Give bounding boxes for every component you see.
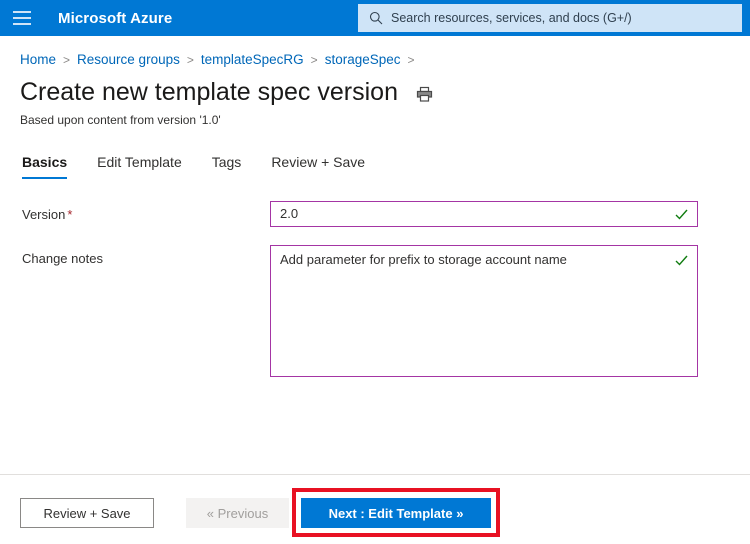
tab-review-save[interactable]: Review + Save	[271, 154, 365, 179]
review-save-button[interactable]: Review + Save	[20, 498, 154, 528]
change-notes-input-wrap	[270, 244, 698, 382]
tab-tags[interactable]: Tags	[212, 154, 242, 179]
page-title: Create new template spec version	[20, 78, 398, 106]
search-icon	[369, 11, 383, 25]
global-header: Microsoft Azure Search resources, servic…	[0, 0, 750, 36]
breadcrumb-separator: >	[63, 52, 71, 67]
breadcrumb-separator: >	[407, 52, 415, 67]
basics-form: Version* Change notes	[0, 200, 750, 382]
breadcrumb-separator: >	[186, 52, 194, 67]
breadcrumb-item-templatespecrg[interactable]: templateSpecRG	[201, 52, 304, 67]
breadcrumb-item-resource-groups[interactable]: Resource groups	[77, 52, 180, 67]
brand-label[interactable]: Microsoft Azure	[58, 10, 172, 27]
breadcrumb-item-storagespec[interactable]: storageSpec	[325, 52, 401, 67]
wizard-tabs: Basics Edit Template Tags Review + Save	[22, 154, 750, 179]
page-subtitle: Based upon content from version '1.0'	[20, 112, 221, 127]
hamburger-bar	[13, 11, 31, 13]
breadcrumb: Home > Resource groups > templateSpecRG …	[20, 52, 750, 67]
tab-basics[interactable]: Basics	[22, 154, 68, 179]
change-notes-label: Change notes	[0, 245, 270, 266]
hamburger-bar	[13, 17, 31, 19]
field-row-change-notes: Change notes	[0, 244, 750, 382]
search-placeholder: Search resources, services, and docs (G+…	[391, 11, 632, 25]
breadcrumb-separator: >	[310, 52, 318, 67]
version-label: Version *	[0, 201, 270, 222]
field-row-version: Version *	[0, 200, 750, 227]
hamburger-menu-icon[interactable]	[13, 11, 31, 25]
version-input-wrap	[270, 200, 698, 227]
change-notes-label-text: Change notes	[22, 250, 103, 266]
version-label-text: Version	[22, 206, 66, 222]
page-title-row: Create new template spec version	[20, 78, 750, 107]
printer-icon[interactable]	[416, 86, 433, 103]
next-edit-template-button[interactable]: Next : Edit Template »	[301, 498, 491, 528]
version-input[interactable]	[270, 200, 698, 227]
global-search-box[interactable]: Search resources, services, and docs (G+…	[358, 4, 742, 32]
change-notes-textarea[interactable]	[270, 244, 698, 377]
hamburger-bar	[13, 23, 31, 25]
tab-edit-template[interactable]: Edit Template	[97, 154, 182, 179]
wizard-footer: Review + Save « Previous Next : Edit Tem…	[0, 475, 750, 544]
required-marker: *	[67, 206, 73, 222]
breadcrumb-item-home[interactable]: Home	[20, 52, 56, 67]
previous-button: « Previous	[186, 498, 289, 528]
